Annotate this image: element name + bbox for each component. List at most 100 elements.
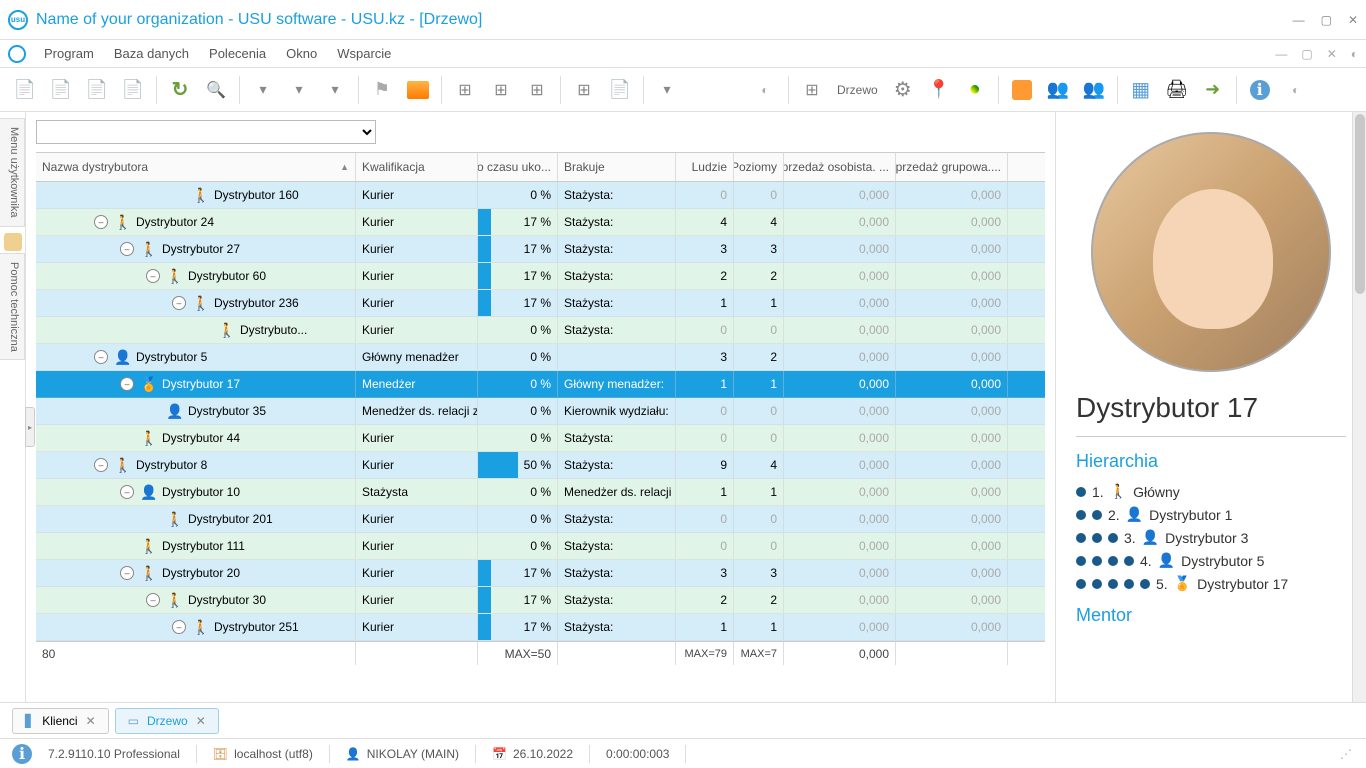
download-icon[interactable]	[650, 73, 684, 107]
expand-icon[interactable]: –	[146, 593, 160, 607]
expand-icon[interactable]: –	[120, 377, 134, 391]
table-row[interactable]: –🚶Dystrybutor 236Kurier17 %Stażysta:110,…	[36, 290, 1045, 317]
expand-icon[interactable]: –	[120, 242, 134, 256]
status-icon[interactable]: ◐	[748, 73, 782, 107]
minimize-button[interactable]: —	[1293, 13, 1305, 27]
color-icon[interactable]	[958, 73, 992, 107]
search-icon[interactable]	[199, 73, 233, 107]
table-row[interactable]: –🚶Dystrybutor 8Kurier50 %Stażysta:940,00…	[36, 452, 1045, 479]
table-row[interactable]: 👤Dystrybutor 35Menedżer ds. relacji z ..…	[36, 398, 1045, 425]
hierarchy-item[interactable]: 3. 👤 Dystrybutor 3	[1076, 526, 1346, 549]
tab-klienci[interactable]: ▋ Klienci ✕	[12, 708, 109, 734]
pin-icon[interactable]	[922, 73, 956, 107]
rss-icon[interactable]	[1005, 73, 1039, 107]
edit-doc-icon[interactable]	[80, 73, 114, 107]
table-row[interactable]: –🚶Dystrybutor 24Kurier17 %Stażysta:440,0…	[36, 209, 1045, 236]
vtab-pomoc-techniczna[interactable]: Pomoc techniczna	[0, 253, 25, 361]
row-name: Dystrybutor 27	[162, 242, 240, 256]
people2-icon[interactable]	[1077, 73, 1111, 107]
expand-icon[interactable]: –	[172, 620, 186, 634]
tab-close-icon[interactable]: ✕	[196, 714, 206, 728]
table-row[interactable]: –🚶Dystrybutor 27Kurier17 %Stażysta:330,0…	[36, 236, 1045, 263]
table-row[interactable]: –🏅Dystrybutor 17Menedżer0 %Główny menadż…	[36, 371, 1045, 398]
panel-expand-handle[interactable]: ▸	[25, 407, 35, 447]
table-row[interactable]: –🚶Dystrybutor 30Kurier17 %Stażysta:220,0…	[36, 587, 1045, 614]
scroll-thumb[interactable]	[1355, 114, 1365, 294]
help-icon[interactable]: ◐	[1279, 73, 1313, 107]
tab-close-icon[interactable]: ✕	[86, 714, 96, 728]
header-brakuje[interactable]: Brakuje	[558, 153, 676, 181]
resize-grip[interactable]: ⋰	[1340, 747, 1354, 761]
menu-okno[interactable]: Okno	[278, 42, 325, 65]
filter2-icon[interactable]	[282, 73, 316, 107]
header-poziomy[interactable]: Poziomy	[734, 153, 784, 181]
header-sprz1[interactable]: Sprzedaż osobista. ...	[784, 153, 896, 181]
hierarchy-item[interactable]: 5. 🏅 Dystrybutor 17	[1076, 572, 1346, 595]
expand-icon[interactable]: –	[172, 296, 186, 310]
level-dot-icon	[1092, 579, 1102, 589]
vtab-menu-uzytkownika[interactable]: Menu użytkownika	[0, 118, 25, 227]
scrollbar[interactable]	[1352, 112, 1366, 702]
list-doc-icon[interactable]	[603, 73, 637, 107]
table-row[interactable]: 🚶Dystrybutor 44Kurier0 %Stażysta:000,000…	[36, 425, 1045, 452]
list-add-icon[interactable]	[567, 73, 601, 107]
delete-doc-icon[interactable]	[116, 73, 150, 107]
inner-maximize-button[interactable]: ▢	[1301, 47, 1312, 61]
expand-icon[interactable]: –	[94, 350, 108, 364]
footer-brakuje	[558, 642, 676, 665]
tree-icon[interactable]	[520, 73, 554, 107]
inner-help-button[interactable]: ◐	[1351, 47, 1358, 61]
open-doc-icon[interactable]	[44, 73, 78, 107]
table-row[interactable]: –👤Dystrybutor 5Główny menadżer0 %320,000…	[36, 344, 1045, 371]
header-name[interactable]: Nazwa dystrybutora▲	[36, 153, 356, 181]
close-button[interactable]: ✕	[1348, 13, 1358, 27]
inner-close-button[interactable]: ✕	[1327, 47, 1337, 61]
gear-icon[interactable]	[886, 73, 920, 107]
expand-icon[interactable]: –	[94, 458, 108, 472]
table-row[interactable]: 🚶Dystrybutor 111Kurier0 %Stażysta:000,00…	[36, 533, 1045, 560]
header-ludzie[interactable]: Ludzie	[676, 153, 734, 181]
hierarchy-item[interactable]: 4. 👤 Dystrybutor 5	[1076, 549, 1346, 572]
vtab-user-icon[interactable]	[4, 233, 22, 251]
header-sprz2[interactable]: Sprzedaż grupowa....	[896, 153, 1008, 181]
refresh-icon[interactable]	[163, 73, 197, 107]
tree-expand-icon[interactable]	[448, 73, 482, 107]
go-icon[interactable]	[1196, 73, 1230, 107]
expand-icon[interactable]: –	[146, 269, 160, 283]
tab-drzewo[interactable]: ▭ Drzewo ✕	[115, 708, 219, 734]
table-row[interactable]: –🚶Dystrybutor 20Kurier17 %Stażysta:330,0…	[36, 560, 1045, 587]
menu-baza-danych[interactable]: Baza danych	[106, 42, 197, 65]
inner-minimize-button[interactable]: —	[1275, 47, 1287, 61]
menu-wsparcie[interactable]: Wsparcie	[329, 42, 399, 65]
filter-icon[interactable]	[246, 73, 280, 107]
table-row[interactable]: –🚶Dystrybutor 60Kurier17 %Stażysta:220,0…	[36, 263, 1045, 290]
people-icon[interactable]	[1041, 73, 1075, 107]
header-kval[interactable]: Kwalifikacja	[356, 153, 478, 181]
filter3-icon[interactable]	[318, 73, 352, 107]
hierarchy-item[interactable]: 1. 🚶 Główny	[1076, 480, 1346, 503]
table-row[interactable]: –👤Dystrybutor 10Stażysta0 %Menedżer ds. …	[36, 479, 1045, 506]
menu-polecenia[interactable]: Polecenia	[201, 42, 274, 65]
image-icon[interactable]	[401, 73, 435, 107]
header-doczasu[interactable]: Do czasu uko...	[478, 153, 558, 181]
print-icon[interactable]	[1160, 73, 1194, 107]
tree-collapse-icon[interactable]	[484, 73, 518, 107]
menu-program[interactable]: Program	[36, 42, 102, 65]
info-icon[interactable]	[1243, 73, 1277, 107]
table-row[interactable]: –🚶Dystrybutor 251Kurier17 %Stażysta:110,…	[36, 614, 1045, 641]
row-kval: Kurier	[356, 533, 478, 559]
maximize-button[interactable]: ▢	[1321, 13, 1332, 27]
table-row[interactable]: 🚶Dystrybuto...Kurier0 %Stażysta:000,0000…	[36, 317, 1045, 344]
table-row[interactable]: 🚶Dystrybutor 160Kurier0 %Stażysta:000,00…	[36, 182, 1045, 209]
expand-icon[interactable]: –	[120, 566, 134, 580]
calendar-icon[interactable]	[1124, 73, 1158, 107]
expand-icon[interactable]: –	[120, 485, 134, 499]
new-doc-icon[interactable]	[8, 73, 42, 107]
user-icon: 👤	[346, 747, 361, 761]
hierarchy-item[interactable]: 2. 👤 Dystrybutor 1	[1076, 503, 1346, 526]
filter-dropdown[interactable]	[36, 120, 376, 144]
table-row[interactable]: 🚶Dystrybutor 201Kurier0 %Stażysta:000,00…	[36, 506, 1045, 533]
expand-icon[interactable]: –	[94, 215, 108, 229]
flag-icon[interactable]	[365, 73, 399, 107]
tree-view-icon[interactable]	[795, 73, 829, 107]
